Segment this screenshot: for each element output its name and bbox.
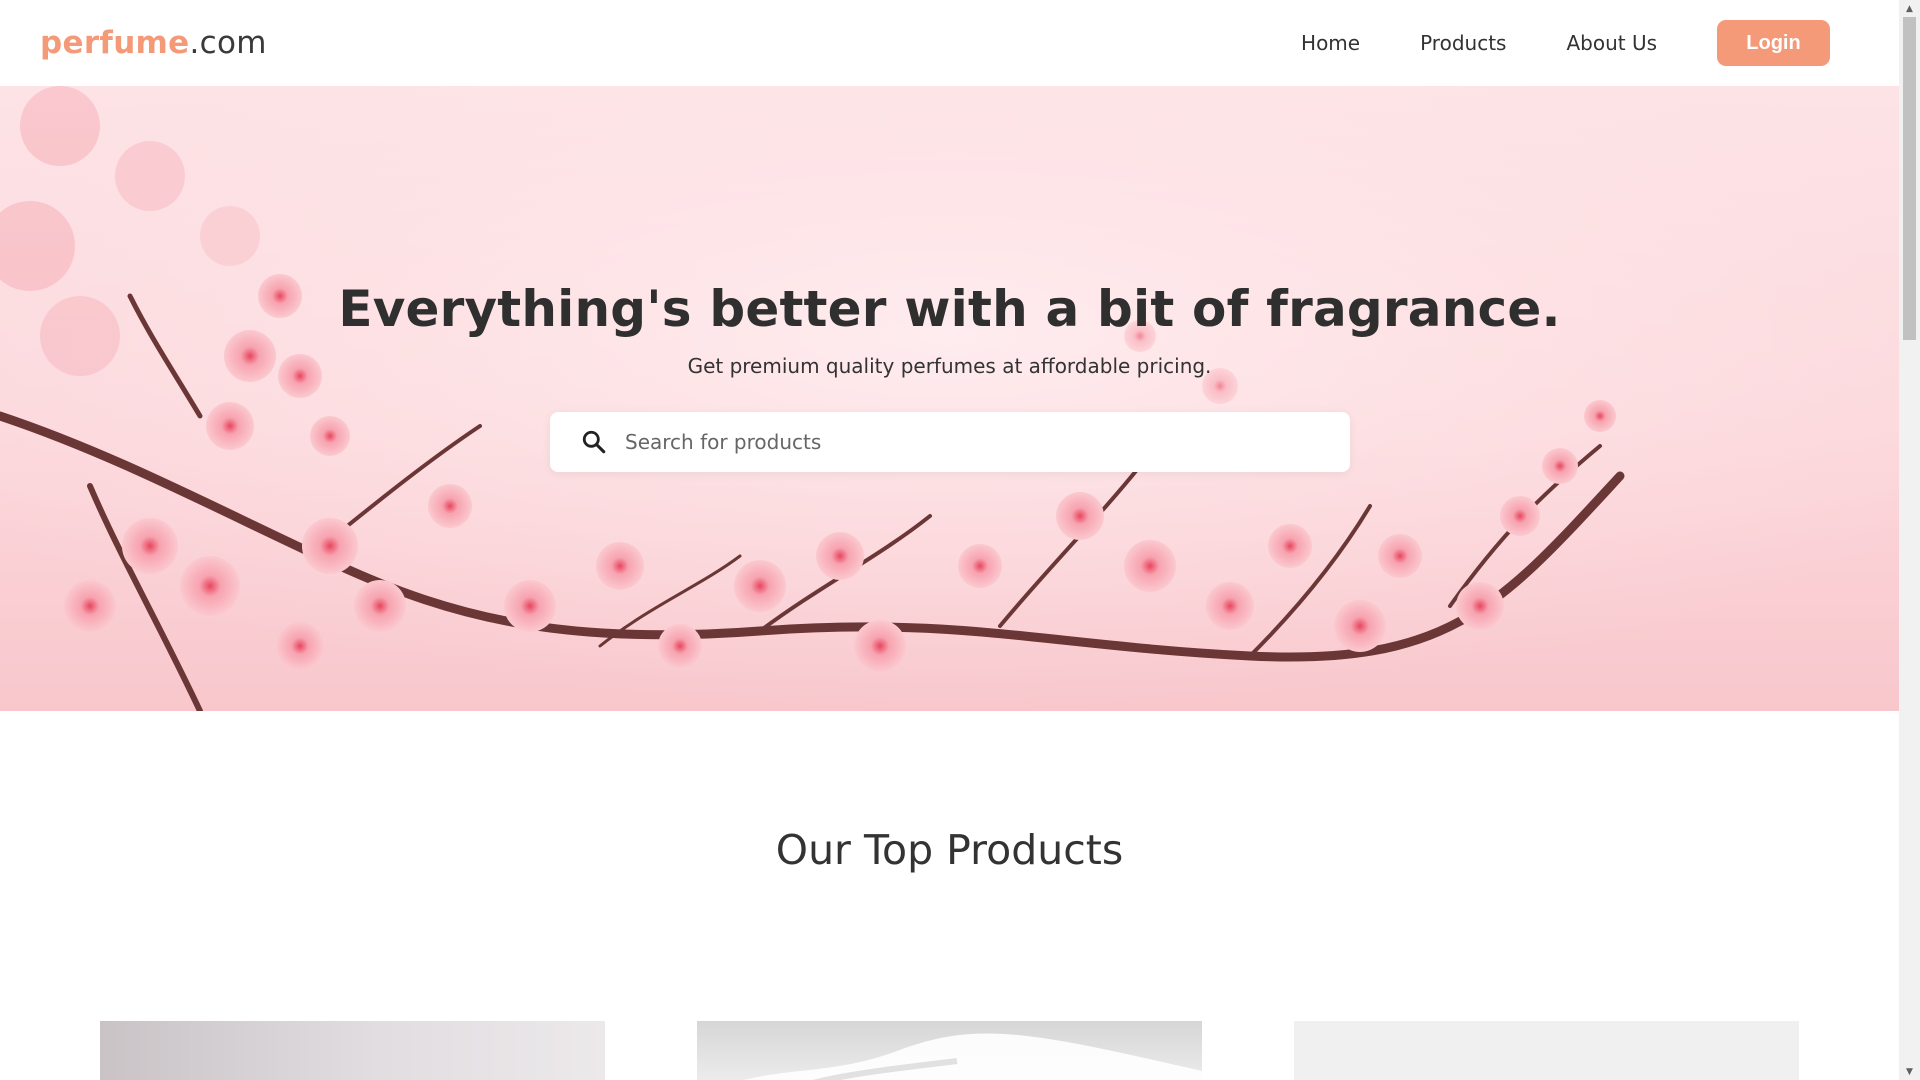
main-nav: Home Products About Us Login [1301,20,1830,66]
hero-subtitle: Get premium quality perfumes at affordab… [687,354,1212,378]
product-image [744,1033,1202,1080]
page: perfume.com Home Products About Us Login [0,0,1899,1080]
chevron-down-icon[interactable]: ▼ [1899,1063,1920,1080]
section-title: Our Top Products [775,826,1124,874]
site-logo[interactable]: perfume.com [40,22,267,64]
logo-brand: perfume [40,25,190,61]
page-scrollbar[interactable]: ▲ ▼ [1899,0,1920,1080]
scrollbar-thumb[interactable] [1903,17,1916,340]
nav-products[interactable]: Products [1420,20,1506,66]
product-card[interactable] [1294,1021,1799,1080]
search-bar[interactable] [550,412,1350,472]
search-input[interactable] [625,430,1305,454]
nav-about-us[interactable]: About Us [1566,20,1657,66]
login-button[interactable]: Login [1717,20,1830,66]
product-card[interactable] [697,1021,1202,1080]
site-header: perfume.com Home Products About Us Login [0,0,1899,86]
hero-banner: Everything's better with a bit of fragra… [0,86,1899,711]
product-card[interactable] [100,1021,605,1080]
logo-tld: .com [189,25,267,61]
hero-title: Everything's better with a bit of fragra… [338,280,1561,338]
search-icon[interactable] [581,429,607,455]
cherry-blossom-image [0,86,1899,711]
chevron-up-icon[interactable]: ▲ [1899,0,1920,17]
nav-home[interactable]: Home [1301,20,1360,66]
